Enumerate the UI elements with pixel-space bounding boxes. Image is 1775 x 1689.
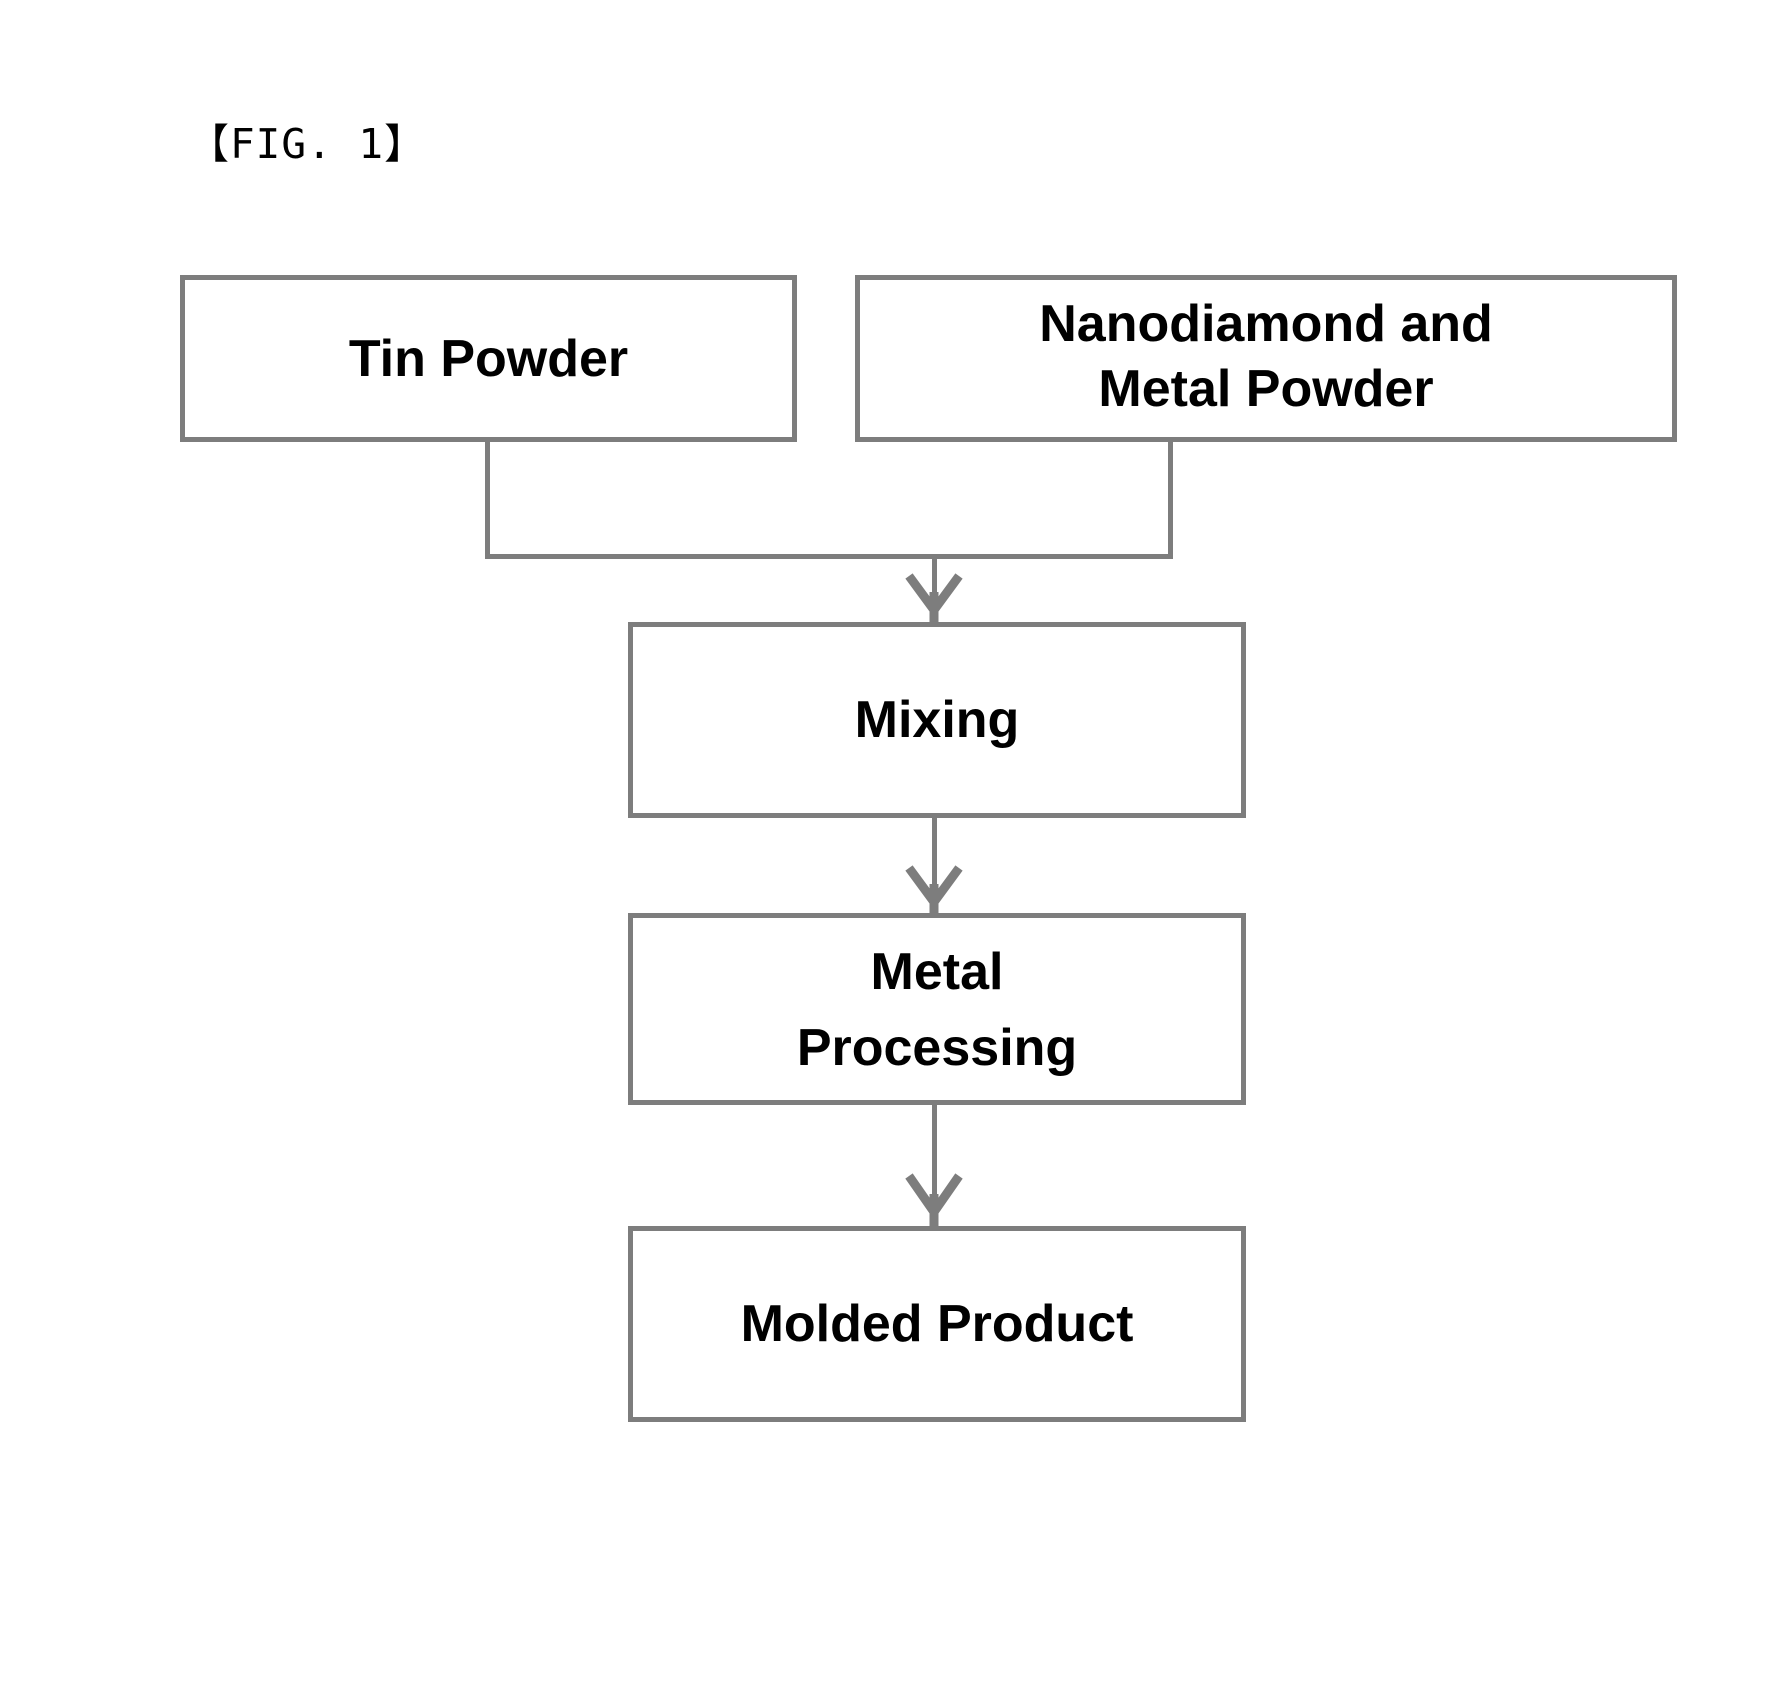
connector-nanodiamond-vertical <box>1168 442 1173 559</box>
flow-node-metal-processing-label-line2: Processing <box>796 1019 1078 1077</box>
flow-node-metal-processing-label-line1: Metal <box>870 943 1004 1001</box>
connector-merge-horizontal <box>485 554 1173 559</box>
flow-node-nanodiamond-and-metal-powder: Nanodiamond and Metal Powder <box>855 275 1677 442</box>
figure-label: 【FIG. 1】 <box>188 120 427 168</box>
flow-node-nanodiamond-label-line2: Metal Powder <box>1098 359 1434 418</box>
connector-tin-powder-vertical <box>485 442 490 559</box>
flow-node-nanodiamond-label-line1: Nanodiamond and <box>1039 294 1493 353</box>
flow-node-tin-powder: Tin Powder <box>180 275 797 442</box>
flow-node-molded-product: Molded Product <box>628 1226 1246 1422</box>
flow-node-metal-processing: Metal Processing <box>628 913 1246 1105</box>
flow-node-tin-powder-label: Tin Powder <box>348 329 629 388</box>
figure-page: 【FIG. 1】 Tin Powder Nanodiamond and Meta… <box>0 0 1775 1689</box>
flow-node-mixing: Mixing <box>628 622 1246 818</box>
flow-node-molded-product-label: Molded Product <box>740 1295 1134 1353</box>
flow-node-mixing-label: Mixing <box>854 691 1020 749</box>
